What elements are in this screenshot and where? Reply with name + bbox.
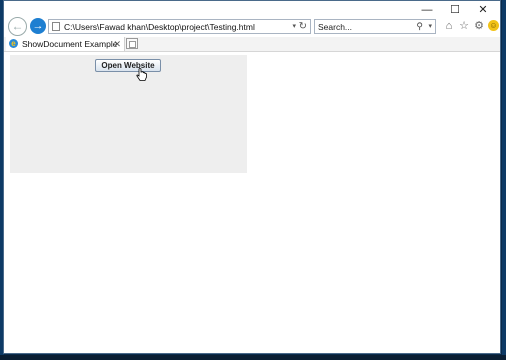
- browser-window: — ☐ ✕ ← → C:\Users\Fawad khan\Desktop\pr…: [3, 0, 501, 354]
- desktop-edge-right: [502, 0, 506, 360]
- ie-icon: e: [9, 39, 18, 48]
- search-box[interactable]: ⚲ ▾: [314, 19, 436, 34]
- address-dropdown-icon[interactable]: ▾: [292, 21, 296, 33]
- page-icon: [52, 22, 60, 31]
- refresh-icon[interactable]: ↻: [299, 20, 307, 33]
- gear-icon[interactable]: ⚙: [472, 19, 486, 33]
- search-icon[interactable]: ⚲: [416, 20, 423, 33]
- taskbar-edge: [0, 355, 506, 360]
- address-text[interactable]: C:\Users\Fawad khan\Desktop\project\Test…: [64, 21, 255, 33]
- search-input[interactable]: [318, 21, 410, 33]
- hand-cursor-icon: [136, 68, 147, 81]
- smiley-feedback-icon[interactable]: ☺: [488, 20, 499, 31]
- close-window-button[interactable]: ✕: [470, 3, 496, 17]
- title-bar: — ☐ ✕: [4, 1, 500, 17]
- maximize-button[interactable]: ☐: [442, 3, 468, 17]
- navigation-bar: ← → C:\Users\Fawad khan\Desktop\project\…: [4, 17, 500, 37]
- address-bar[interactable]: C:\Users\Fawad khan\Desktop\project\Test…: [48, 19, 311, 34]
- forward-button[interactable]: →: [30, 18, 46, 34]
- back-button[interactable]: ←: [8, 17, 27, 36]
- tab-close-icon[interactable]: ✕: [113, 38, 121, 50]
- tab-label: ShowDocument Example: [22, 39, 118, 49]
- new-tab-button[interactable]: [126, 38, 138, 49]
- applet-panel: Open Website: [10, 55, 247, 173]
- search-dropdown-icon[interactable]: ▾: [428, 21, 432, 33]
- tab-bar: e ShowDocument Example ✕: [4, 37, 500, 52]
- tab-showdocument-example[interactable]: e ShowDocument Example ✕: [6, 37, 125, 51]
- minimize-button[interactable]: —: [414, 3, 440, 17]
- favorites-star-icon[interactable]: ☆: [457, 19, 471, 33]
- home-icon[interactable]: ⌂: [442, 19, 456, 33]
- open-website-button[interactable]: Open Website: [95, 59, 161, 72]
